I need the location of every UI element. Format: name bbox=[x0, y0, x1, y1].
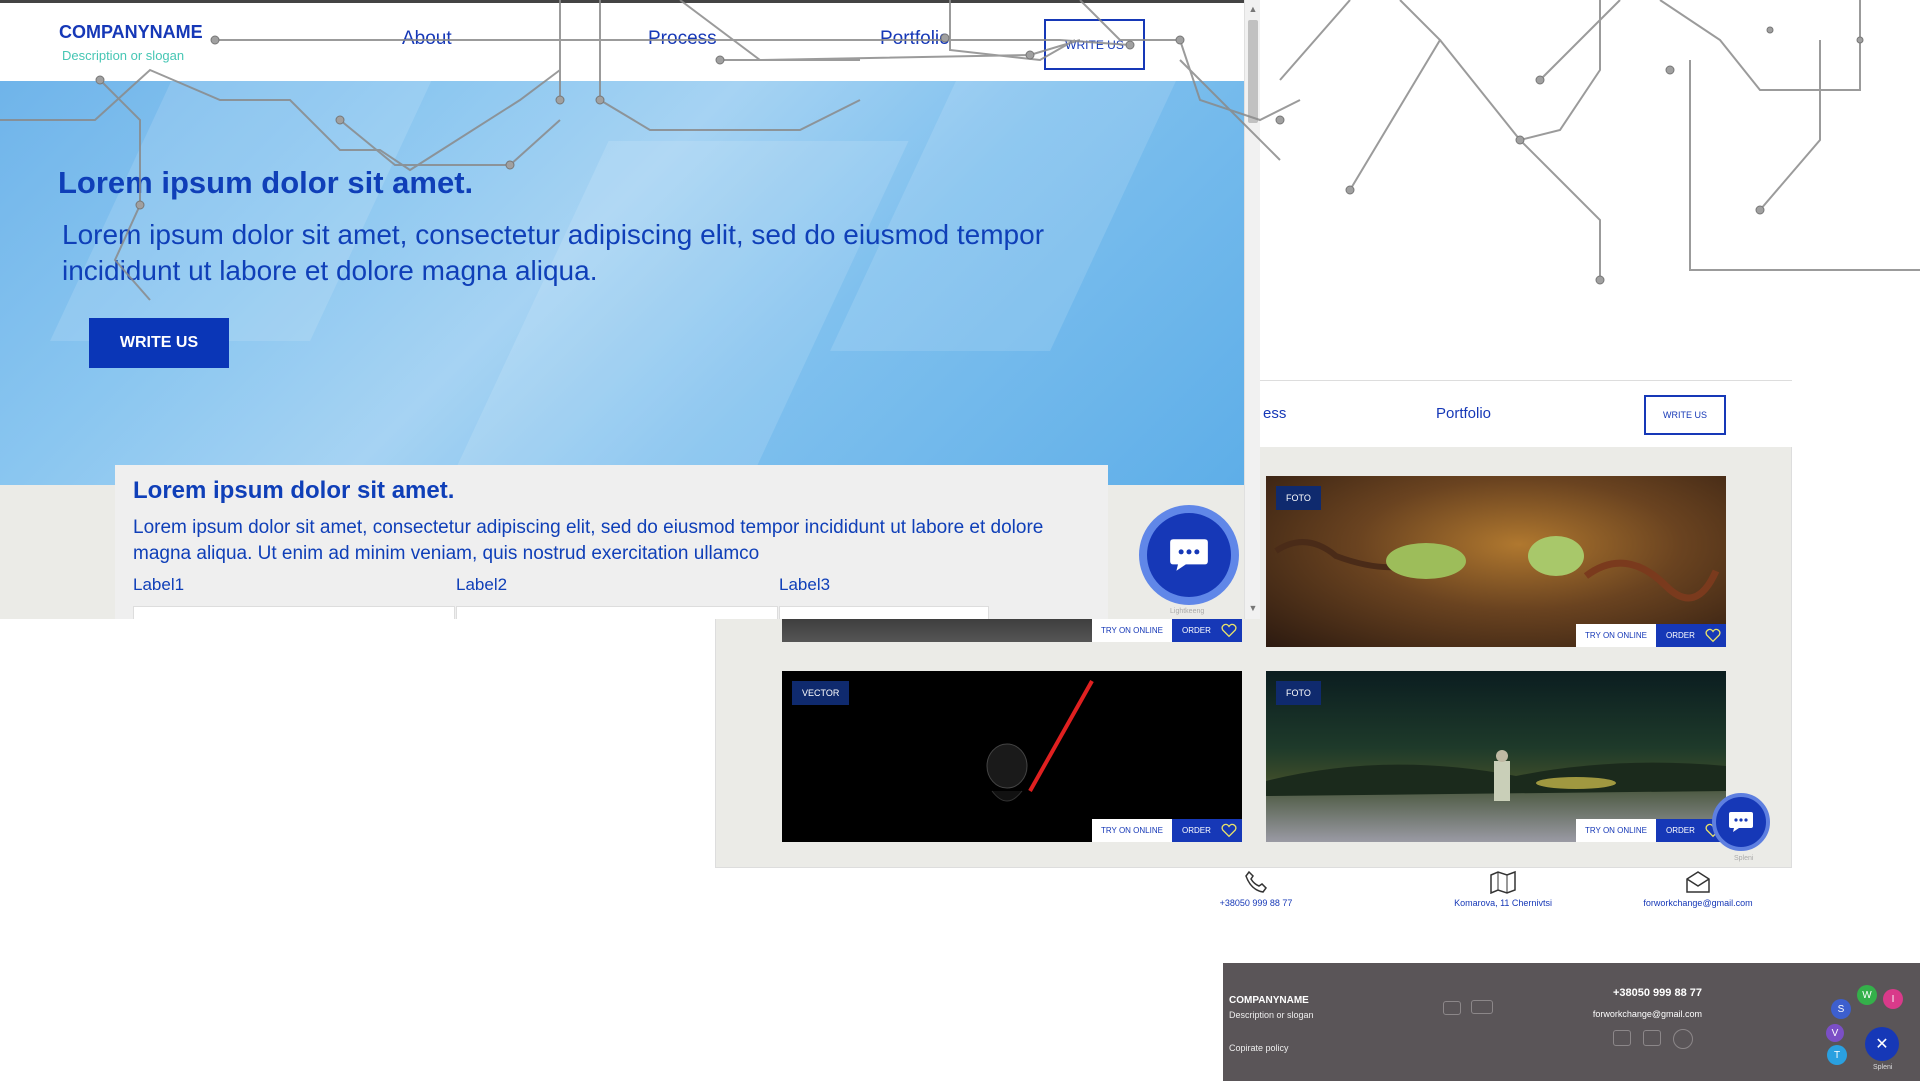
footer-phone: +38050 999 88 77 bbox=[1612, 987, 1702, 999]
order-button[interactable]: ORDER bbox=[1172, 819, 1242, 842]
mail-icon bbox=[1686, 871, 1710, 893]
card-tag: FOTO bbox=[1276, 681, 1321, 705]
write-us-button[interactable]: WRITE US bbox=[1644, 395, 1726, 435]
contact-email[interactable]: forworkchange@gmail.com bbox=[1623, 870, 1773, 908]
company-logo[interactable]: COMPANYNAME bbox=[59, 22, 203, 43]
dribbble-icon[interactable] bbox=[1673, 1029, 1693, 1049]
contact-phone[interactable]: +38050 999 88 77 bbox=[1181, 870, 1331, 908]
footer-email: forworkchange@gmail.com bbox=[1592, 1009, 1702, 1019]
form-input-2[interactable] bbox=[456, 606, 778, 619]
order-button[interactable]: ORDER bbox=[1656, 624, 1726, 647]
phone-icon bbox=[1245, 870, 1267, 893]
hero-title: Lorem ipsum dolor sit amet. bbox=[58, 165, 474, 200]
hero-write-us-button[interactable]: WRITE US bbox=[89, 318, 229, 368]
try-online-button[interactable]: TRY ON ONLINE bbox=[1092, 619, 1172, 642]
contacts-row: +38050 999 88 77 Komarova, 11 Chernivtsi… bbox=[1220, 870, 1920, 960]
contact-address[interactable]: Komarova, 11 Chernivtsi bbox=[1428, 870, 1578, 908]
form-label: Label1 bbox=[133, 575, 185, 594]
contact-form-card: Lorem ipsum dolor sit amet. Lorem ipsum … bbox=[115, 465, 1108, 619]
order-label: ORDER bbox=[1666, 631, 1695, 640]
try-online-button[interactable]: TRY ON ONLINE bbox=[1092, 819, 1172, 842]
whatsapp-icon[interactable]: W bbox=[1857, 985, 1877, 1005]
chat-fab[interactable] bbox=[1139, 505, 1239, 605]
hero-bg-shape bbox=[431, 141, 909, 485]
contact-address-text: Komarova, 11 Chernivtsi bbox=[1454, 898, 1552, 908]
chat-bubble-icon bbox=[1729, 812, 1753, 832]
form-title: Lorem ipsum dolor sit amet. bbox=[133, 477, 455, 504]
linkedin-icon[interactable] bbox=[1613, 1030, 1631, 1046]
hero-fab-caption: Lightkeeng bbox=[1170, 608, 1205, 615]
nav-process-link[interactable]: Process bbox=[648, 28, 717, 50]
order-button[interactable]: ORDER bbox=[1172, 619, 1242, 642]
footer-policy-link[interactable]: Copirate policy bbox=[1229, 1043, 1289, 1053]
scroll-up-arrow-icon[interactable]: ▲ bbox=[1248, 4, 1258, 14]
instagram-icon[interactable]: I bbox=[1883, 989, 1903, 1009]
form-input-3[interactable] bbox=[779, 606, 989, 619]
skype-icon[interactable]: S bbox=[1831, 999, 1851, 1019]
footer: COMPANYNAME Description or slogan Copira… bbox=[1223, 963, 1920, 1081]
order-label: ORDER bbox=[1182, 626, 1211, 635]
scrollbar-thumb[interactable] bbox=[1248, 20, 1258, 123]
main-nav: COMPANYNAME Description or slogan About … bbox=[0, 3, 1244, 81]
try-online-button[interactable]: TRY ON ONLINE bbox=[1576, 819, 1656, 842]
nav-portfolio-link[interactable]: Portfolio bbox=[1436, 405, 1491, 422]
hero-text: Lorem ipsum dolor sit amet, consectetur … bbox=[62, 219, 1045, 286]
payment-card-icon bbox=[1443, 1001, 1461, 1015]
portfolio-card[interactable]: VECTOR TRY ON ONLINE ORDER bbox=[782, 671, 1242, 842]
form-input-1[interactable] bbox=[133, 606, 455, 619]
news-icon[interactable] bbox=[1643, 1030, 1661, 1046]
heart-icon bbox=[1221, 823, 1237, 838]
vertical-scrollbar[interactable]: ▲ ▼ bbox=[1244, 0, 1260, 619]
chat-bubble-icon bbox=[1170, 539, 1208, 571]
nav-process-link[interactable]: ess bbox=[1263, 405, 1286, 422]
hero-section: Lorem ipsum dolor sit amet. Lorem ipsum … bbox=[0, 81, 1244, 485]
hero-bg-shape bbox=[830, 81, 1190, 351]
hero-window: COMPANYNAME Description or slogan About … bbox=[0, 0, 1244, 619]
vector-illustration bbox=[986, 680, 1094, 802]
telegram-icon[interactable]: T bbox=[1827, 1045, 1847, 1065]
contact-email-text: forworkchange@gmail.com bbox=[1643, 898, 1753, 908]
order-label: ORDER bbox=[1666, 826, 1695, 835]
portfolio-fab-caption: Spleni bbox=[1734, 855, 1754, 862]
viber-icon[interactable]: V bbox=[1826, 1024, 1844, 1042]
heart-icon bbox=[1221, 623, 1237, 638]
footer-slogan: Description or slogan bbox=[1229, 1010, 1314, 1020]
portfolio-card[interactable]: FOTO TRY ON ONLINE ORDER bbox=[1266, 476, 1726, 647]
order-label: ORDER bbox=[1182, 826, 1211, 835]
chat-fab[interactable] bbox=[1712, 793, 1770, 851]
hero-bg-shape bbox=[50, 81, 450, 341]
form-label: Label3 bbox=[779, 575, 831, 594]
card-tag: FOTO bbox=[1276, 486, 1321, 510]
night-sky-photo bbox=[1266, 750, 1726, 801]
footer-company: COMPANYNAME bbox=[1229, 995, 1309, 1006]
try-online-button[interactable]: TRY ON ONLINE bbox=[1576, 624, 1656, 647]
contact-phone-text: +38050 999 88 77 bbox=[1219, 898, 1293, 908]
form-text: Lorem ipsum dolor sit amet, consectetur … bbox=[133, 517, 1044, 564]
scroll-down-arrow-icon[interactable]: ▼ bbox=[1248, 603, 1258, 613]
chameleon-photo bbox=[1274, 536, 1720, 602]
nav-about-link[interactable]: About bbox=[402, 28, 452, 50]
visa-icon bbox=[1471, 1000, 1493, 1014]
map-icon bbox=[1490, 870, 1516, 894]
portfolio-card[interactable]: FOTO TRY ON ONLINE ORDER bbox=[1266, 671, 1726, 842]
nav-portfolio-link[interactable]: Portfolio bbox=[880, 28, 950, 50]
form-label: Label2 bbox=[456, 575, 508, 594]
heart-icon bbox=[1705, 628, 1721, 643]
close-social-button[interactable]: ✕ bbox=[1865, 1027, 1899, 1061]
company-slogan: Description or slogan bbox=[62, 48, 185, 63]
footer-fab-caption: Spleni bbox=[1873, 1064, 1893, 1071]
card-tag: VECTOR bbox=[792, 681, 850, 705]
write-us-nav-button[interactable]: WRITE US bbox=[1044, 19, 1145, 70]
